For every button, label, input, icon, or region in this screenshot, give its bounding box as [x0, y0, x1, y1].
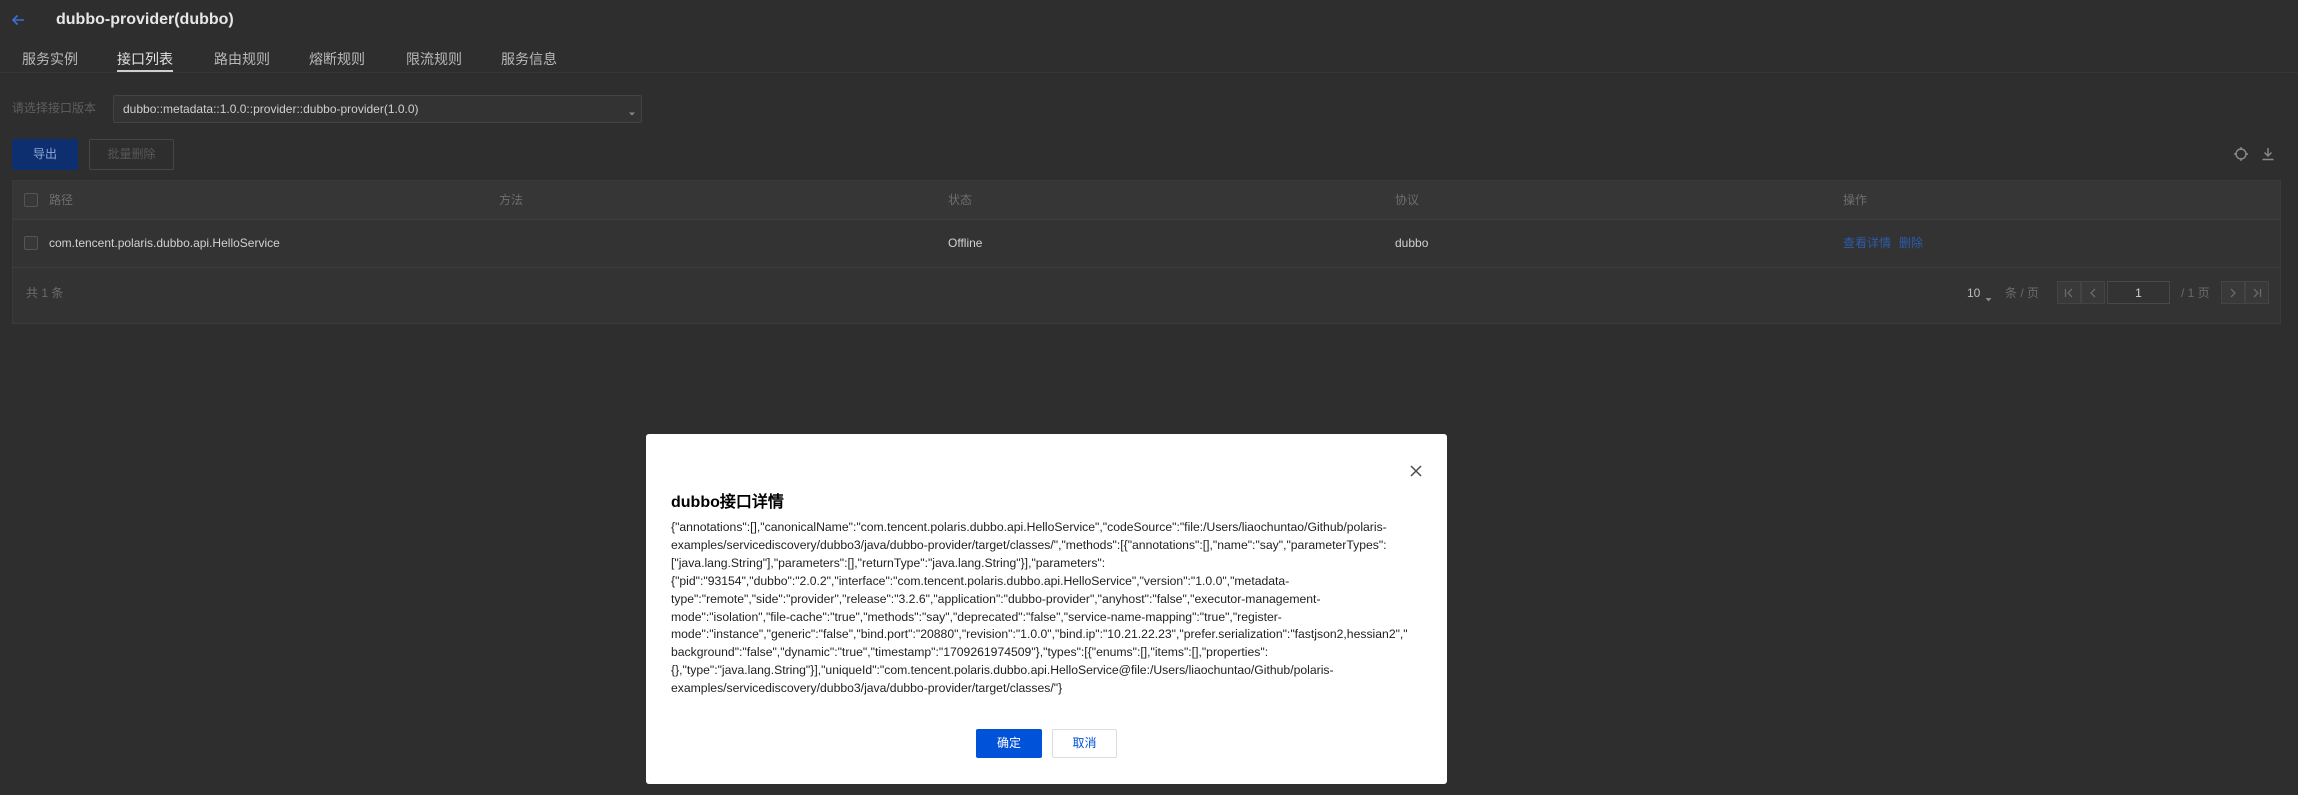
- close-icon[interactable]: [1409, 464, 1423, 478]
- detail-line: background":"false","dynamic":"true","ti…: [671, 645, 1269, 660]
- interface-detail-dialog: dubbo接口详情 {"annotations":[],"canonicalNa…: [646, 434, 1447, 784]
- detail-line: examples/servicediscovery/dubbo3/java/du…: [671, 681, 1063, 696]
- detail-line: type":"remote","side":"provider","releas…: [671, 591, 1321, 606]
- detail-line: {},"type":"java.lang.String"}],"uniqueId…: [671, 663, 1334, 678]
- dialog-body: {"annotations":[],"canonicalName":"com.t…: [671, 519, 1422, 698]
- detail-line: mode":"isolation","file-cache":"true","m…: [671, 609, 1282, 624]
- detail-line: {"pid":"93154","dubbo":"2.0.2","interfac…: [671, 573, 1290, 588]
- detail-line: mode":"instance","generic":"false","bind…: [671, 627, 1408, 642]
- detail-line: {"annotations":[],"canonicalName":"com.t…: [671, 520, 1387, 534]
- confirm-button[interactable]: 确定: [976, 729, 1042, 758]
- detail-line: examples/servicediscovery/dubbo3/java/du…: [671, 537, 1387, 552]
- detail-line: ["java.lang.String"],"parameters":[],"re…: [671, 555, 1106, 570]
- cancel-button[interactable]: 取消: [1052, 729, 1117, 758]
- dialog-title: dubbo接口详情: [671, 494, 784, 511]
